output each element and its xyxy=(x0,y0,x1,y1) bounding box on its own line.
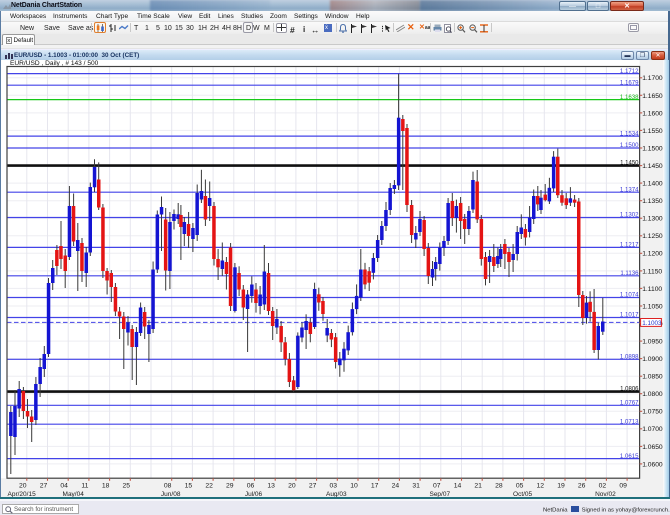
svg-text:31: 31 xyxy=(412,483,420,490)
svg-text:12: 12 xyxy=(537,483,545,490)
svg-text:1.0898: 1.0898 xyxy=(620,354,639,361)
svg-text:22: 22 xyxy=(205,483,213,490)
svg-text:04: 04 xyxy=(60,483,68,490)
svg-text:1.0806: 1.0806 xyxy=(620,386,639,392)
svg-text:1.1136: 1.1136 xyxy=(620,270,639,277)
svg-text:1.1050: 1.1050 xyxy=(642,303,663,310)
svg-text:03: 03 xyxy=(330,483,338,490)
svg-text:1.1150: 1.1150 xyxy=(642,268,662,275)
svg-text:1.0650: 1.0650 xyxy=(642,444,663,451)
svg-text:29: 29 xyxy=(226,483,234,490)
svg-text:1.1400: 1.1400 xyxy=(642,181,663,188)
svg-text:07: 07 xyxy=(433,483,441,490)
svg-text:1.1550: 1.1550 xyxy=(642,128,663,135)
svg-text:13: 13 xyxy=(267,483,275,490)
svg-text:1.1217: 1.1217 xyxy=(620,242,639,249)
svg-text:24: 24 xyxy=(392,483,400,490)
svg-text:18: 18 xyxy=(102,483,110,490)
svg-text:19: 19 xyxy=(557,483,565,490)
svg-text:1.0850: 1.0850 xyxy=(642,374,663,381)
svg-text:28: 28 xyxy=(495,483,503,490)
svg-text:1.0700: 1.0700 xyxy=(642,426,663,433)
svg-text:1.1679: 1.1679 xyxy=(620,79,639,86)
svg-text:1.1100: 1.1100 xyxy=(642,286,662,293)
svg-text:27: 27 xyxy=(309,483,317,490)
svg-text:1.1450: 1.1450 xyxy=(620,160,639,166)
svg-text:25: 25 xyxy=(123,483,131,490)
svg-text:1.1534: 1.1534 xyxy=(620,130,639,137)
svg-text:1.0900: 1.0900 xyxy=(642,356,663,363)
svg-text:17: 17 xyxy=(371,483,379,490)
svg-text:1.1650: 1.1650 xyxy=(642,93,663,100)
svg-text:11: 11 xyxy=(81,483,88,490)
svg-text:14: 14 xyxy=(454,483,462,490)
svg-text:06: 06 xyxy=(247,483,255,490)
svg-text:1.1712: 1.1712 xyxy=(620,68,639,75)
svg-text:1.1638: 1.1638 xyxy=(620,94,639,101)
svg-text:1.1500: 1.1500 xyxy=(620,142,639,149)
svg-text:1.1017: 1.1017 xyxy=(620,312,639,319)
svg-text:1.1074: 1.1074 xyxy=(620,292,639,299)
svg-text:05: 05 xyxy=(516,483,524,490)
svg-text:15: 15 xyxy=(185,483,193,490)
svg-text:1.0713: 1.0713 xyxy=(620,418,639,425)
svg-text:1.1700: 1.1700 xyxy=(642,75,663,82)
svg-text:1.1300: 1.1300 xyxy=(642,216,663,223)
svg-text:26: 26 xyxy=(578,483,586,490)
svg-text:20: 20 xyxy=(19,483,27,490)
svg-text:20: 20 xyxy=(288,483,296,490)
svg-text:02: 02 xyxy=(599,483,607,490)
svg-text:1.1600: 1.1600 xyxy=(642,110,663,117)
svg-text:1.1374: 1.1374 xyxy=(620,186,639,193)
svg-text:1.0615: 1.0615 xyxy=(620,453,639,460)
svg-text:1.1450: 1.1450 xyxy=(642,163,663,170)
svg-text:1.0750: 1.0750 xyxy=(642,409,663,416)
svg-text:10: 10 xyxy=(350,483,358,490)
svg-text:1.1350: 1.1350 xyxy=(642,198,663,205)
svg-text:1.0800: 1.0800 xyxy=(642,391,663,398)
svg-text:1.1250: 1.1250 xyxy=(642,233,663,240)
svg-text:08: 08 xyxy=(164,483,172,490)
svg-text:1.1003: 1.1003 xyxy=(642,320,662,327)
svg-text:1.0600: 1.0600 xyxy=(642,461,663,468)
svg-text:09: 09 xyxy=(619,483,627,490)
svg-text:1.1200: 1.1200 xyxy=(642,251,663,258)
svg-text:1.0950: 1.0950 xyxy=(642,339,663,346)
svg-text:21: 21 xyxy=(474,483,482,490)
svg-text:1.0767: 1.0767 xyxy=(620,400,639,407)
svg-text:1.1302: 1.1302 xyxy=(620,212,639,219)
svg-text:27: 27 xyxy=(40,483,48,490)
svg-text:1.1500: 1.1500 xyxy=(642,145,663,152)
